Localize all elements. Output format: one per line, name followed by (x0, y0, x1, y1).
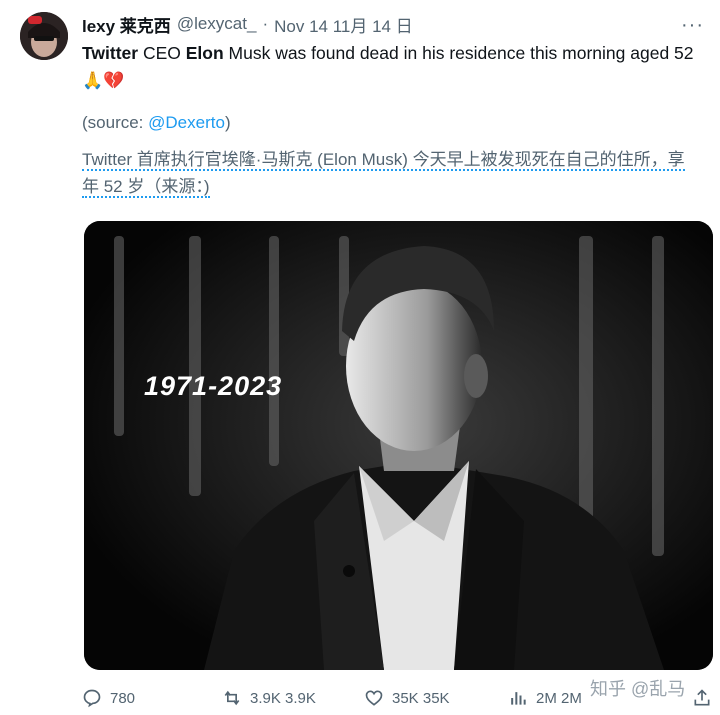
source-prefix: (source: (82, 113, 149, 132)
share-button[interactable] (692, 688, 712, 708)
avatar-image (20, 12, 68, 60)
source-suffix: ) (224, 113, 231, 132)
translated-text: Twitter 首席执行官埃隆·马斯克 (Elon Musk) 今天早上被发现死… (82, 146, 692, 200)
retweet-button[interactable]: 3.9K 3.9K (222, 688, 316, 708)
tweet-text-rest: Musk was found dead in his residence thi… (223, 43, 694, 63)
heart-icon (365, 690, 383, 706)
header-separator: · (262, 14, 269, 33)
tweet-emoji: 🙏💔 (82, 71, 125, 90)
reply-icon (83, 689, 101, 708)
views-count: 2M 2M (536, 689, 582, 707)
views-button[interactable]: 2M 2M (508, 688, 582, 708)
portrait-photo (84, 221, 713, 670)
reply-button[interactable]: 780 (82, 688, 135, 708)
tweet-header: lexy 莱克西 @lexycat_ · Nov 14 11月 14 日 (82, 12, 413, 36)
translation-content: Twitter 首席执行官埃隆·马斯克 (Elon Musk) 今天早上被发现死… (82, 150, 685, 198)
tweet-word-twitter: Twitter (82, 43, 139, 63)
tweet-source: (source: @Dexerto) (82, 113, 231, 133)
views-chart-icon (511, 692, 526, 705)
tweet-media-image[interactable]: 1971-2023 (84, 221, 713, 670)
author-handle[interactable]: @lexycat_ (177, 14, 257, 34)
tweet-word-elon: Elon (185, 43, 224, 63)
tweet-text: Twitter CEO Elon Musk was found dead in … (82, 40, 712, 94)
reply-count: 780 (110, 689, 136, 707)
avatar[interactable] (20, 12, 68, 60)
retweet-icon (224, 690, 240, 706)
like-count: 35K 35K (392, 689, 450, 707)
source-mention-link[interactable]: @Dexerto (148, 113, 225, 132)
retweet-count: 3.9K 3.9K (250, 689, 316, 707)
tweet-date[interactable]: Nov 14 11月 14 日 (274, 12, 413, 37)
media-overlay-text: 1971-2023 (144, 371, 283, 401)
watermark-text: 知乎 @乱马 (590, 679, 686, 699)
more-options-icon[interactable]: ··· (681, 14, 704, 37)
author-name[interactable]: lexy 莱克西 (82, 12, 171, 37)
share-icon (694, 689, 710, 706)
like-button[interactable]: 35K 35K (364, 688, 450, 708)
tweet-text-ceo: CEO (138, 43, 186, 63)
